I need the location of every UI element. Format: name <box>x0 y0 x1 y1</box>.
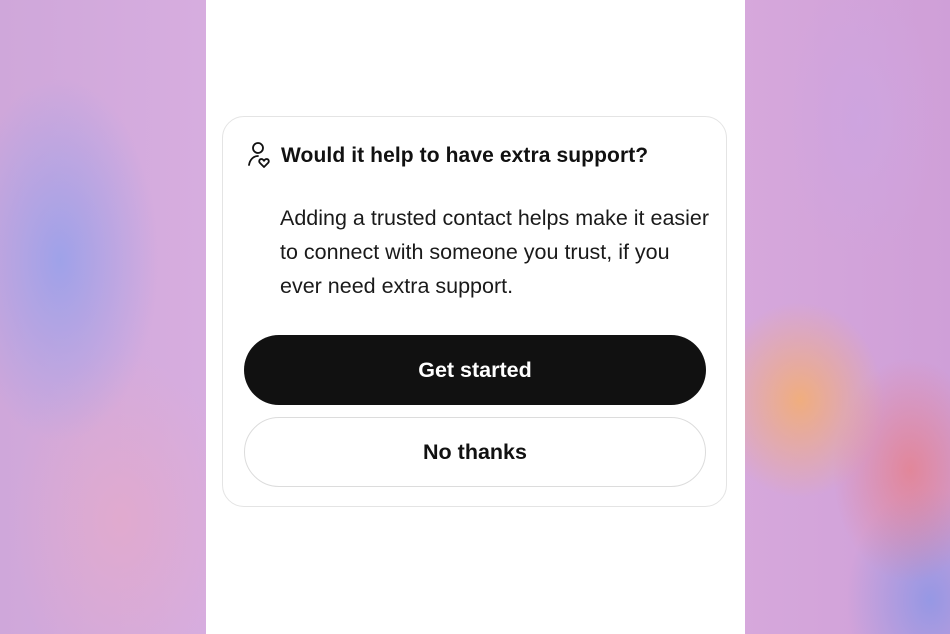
dialog-title: Would it help to have extra support? <box>281 144 649 167</box>
support-dialog: Would it help to have extra support? Add… <box>222 116 727 507</box>
dialog-header: Would it help to have extra support? <box>247 141 648 171</box>
phone-screen: Would it help to have extra support? Add… <box>206 0 745 634</box>
dialog-body: Adding a trusted contact helps make it e… <box>280 206 710 298</box>
get-started-button[interactable]: Get started <box>244 335 706 405</box>
person-heart-icon <box>247 141 273 171</box>
no-thanks-button[interactable]: No thanks <box>244 417 706 487</box>
